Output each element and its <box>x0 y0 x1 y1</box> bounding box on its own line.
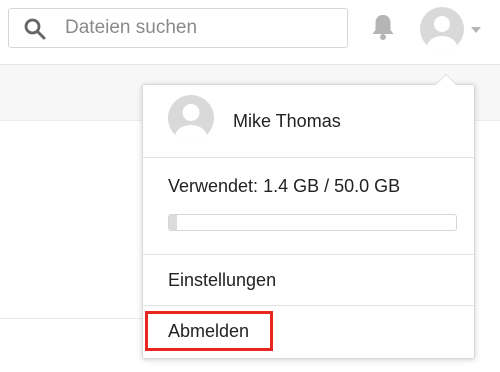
quota-progress-fill <box>169 215 178 230</box>
settings-label: Einstellungen <box>168 270 277 290</box>
dropdown-arrow <box>435 74 457 85</box>
user-name: Mike Thomas <box>233 111 341 131</box>
quota-progress-bar <box>168 214 457 231</box>
avatar <box>168 95 214 141</box>
user-avatar-icon[interactable] <box>420 7 464 51</box>
user-menu-dropdown: Mike Thomas Verwendet: 1.4 GB / 50.0 GB … <box>142 74 475 359</box>
quota-text: Verwendet: 1.4 GB / 50.0 GB <box>168 176 401 196</box>
settings-menu-item[interactable]: Einstellungen <box>143 255 474 306</box>
search-input[interactable] <box>65 15 335 41</box>
storage-quota: Verwendet: 1.4 GB / 50.0 GB <box>143 158 474 255</box>
user-menu-profile[interactable]: Mike Thomas <box>143 85 474 158</box>
bell-icon[interactable] <box>370 13 396 41</box>
top-bar <box>0 0 500 65</box>
divider <box>0 318 145 319</box>
search-box[interactable] <box>8 8 348 48</box>
caret-down-icon[interactable] <box>471 27 481 33</box>
logout-menu-item[interactable]: Abmelden <box>143 306 474 358</box>
search-icon[interactable] <box>23 17 47 41</box>
logout-label: Abmelden <box>168 321 250 341</box>
